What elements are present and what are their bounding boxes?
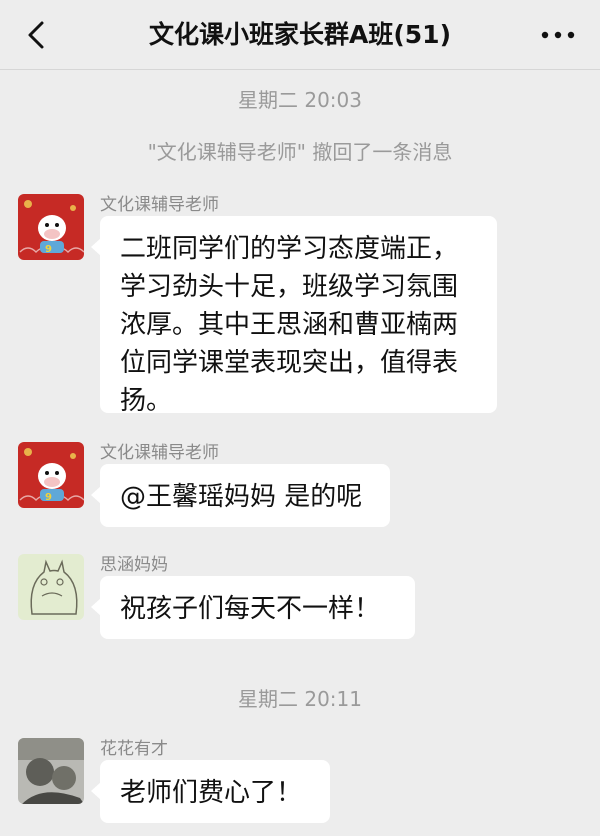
message-text: 老师们费心了！ bbox=[120, 778, 303, 808]
message-bubble[interactable]: 老师们费心了！ bbox=[91, 760, 330, 823]
more-dots-icon bbox=[541, 31, 575, 39]
nav-bar: 文化课小班家长群A班(51) bbox=[0, 0, 600, 70]
message-text: 祝孩子们每天不一样！ bbox=[120, 594, 381, 624]
sender-name: 思涵妈妈 bbox=[100, 555, 168, 575]
message-bubble[interactable]: 祝孩子们每天不一样！ bbox=[91, 576, 415, 639]
sender-name: 文化课辅导老师 bbox=[100, 443, 219, 463]
avatar-teacher[interactable]: 9 bbox=[18, 194, 84, 260]
chat-title: 文化课小班家长群A班(51) bbox=[149, 20, 451, 49]
system-recall-notice: "文化课辅导老师" 撤回了一条消息 bbox=[147, 140, 453, 164]
message-bubble[interactable]: 二班同学们的学习态度端正，学习劲头十足，班级学习氛围浓厚。其中王思涵和曹亚楠两位… bbox=[91, 216, 497, 416]
avatar-totoro[interactable] bbox=[18, 554, 84, 620]
svg-text:9: 9 bbox=[45, 244, 52, 255]
message-bubble[interactable]: @王馨瑶妈妈 是的呢 bbox=[91, 464, 390, 527]
avatar-huahua[interactable] bbox=[18, 738, 84, 804]
message-text: @王馨瑶妈妈 是的呢 bbox=[120, 482, 363, 512]
timestamp: 星期二 20:11 bbox=[238, 687, 362, 711]
back-button[interactable] bbox=[20, 18, 54, 52]
message-text: 二班同学们的学习态度端正，学习劲头十足，班级学习氛围浓厚。其中王思涵和曹亚楠两位… bbox=[120, 234, 459, 416]
more-button[interactable] bbox=[536, 18, 580, 52]
avatar-teacher[interactable]: 9 bbox=[18, 442, 84, 508]
timestamp: 星期二 20:03 bbox=[238, 88, 362, 112]
chevron-left-icon bbox=[28, 21, 44, 49]
sender-name: 花花有才 bbox=[100, 739, 168, 759]
svg-text:9: 9 bbox=[45, 492, 52, 503]
sender-name: 文化课辅导老师 bbox=[100, 195, 219, 215]
